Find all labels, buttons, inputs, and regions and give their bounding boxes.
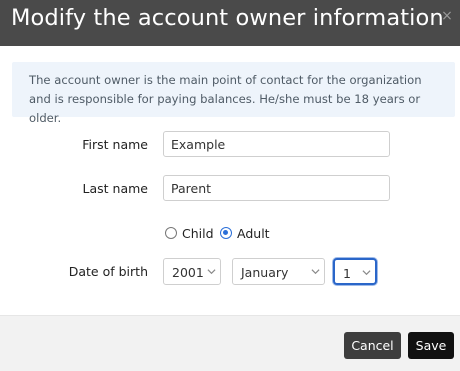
birth-month-select[interactable]: January bbox=[232, 258, 325, 285]
account-owner-modal: Modify the account owner information × T… bbox=[0, 0, 460, 371]
birth-year-value: 2001 bbox=[172, 265, 204, 280]
birth-month-value: January bbox=[241, 265, 289, 280]
chevron-down-icon bbox=[362, 270, 371, 276]
radio-adult[interactable]: Adult bbox=[220, 225, 270, 241]
birth-day-value: 1 bbox=[343, 266, 351, 281]
cancel-button[interactable]: Cancel bbox=[344, 332, 401, 359]
radio-adult-dot bbox=[220, 227, 232, 239]
birth-year-select[interactable]: 2001 bbox=[163, 258, 221, 285]
radio-child-label: Child bbox=[182, 225, 214, 241]
last-name-input[interactable] bbox=[163, 175, 390, 201]
close-icon[interactable]: × bbox=[440, 9, 454, 23]
save-button[interactable]: Save bbox=[408, 332, 454, 359]
first-name-label: First name bbox=[82, 137, 148, 152]
modal-footer: Cancel Save bbox=[0, 315, 460, 371]
last-name-label: Last name bbox=[82, 181, 148, 196]
radio-child[interactable]: Child bbox=[165, 225, 214, 241]
modal-header: Modify the account owner information × bbox=[0, 0, 460, 46]
info-text: The account owner is the main point of c… bbox=[29, 73, 422, 125]
birth-day-select[interactable]: 1 bbox=[333, 258, 377, 285]
first-name-input[interactable] bbox=[163, 131, 390, 157]
chevron-down-icon bbox=[207, 269, 216, 275]
date-of-birth-label: Date of birth bbox=[68, 264, 148, 279]
modal-title: Modify the account owner information bbox=[11, 5, 444, 31]
info-notice: The account owner is the main point of c… bbox=[12, 62, 455, 125]
chevron-down-icon bbox=[311, 269, 320, 275]
radio-adult-label: Adult bbox=[237, 225, 270, 241]
radio-child-dot bbox=[165, 227, 177, 239]
